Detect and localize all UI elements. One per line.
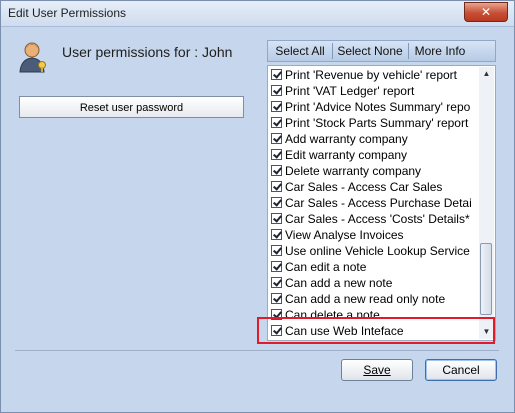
permission-label: Delete warranty company xyxy=(285,164,422,178)
permission-label: Can add a new note xyxy=(285,276,393,290)
permission-row[interactable]: Delete warranty company xyxy=(268,163,480,179)
permission-row[interactable]: View Analyse Invoices xyxy=(268,227,480,243)
permission-label: Print 'Stock Parts Summary' report xyxy=(285,116,469,130)
toolbar-separator xyxy=(408,43,409,59)
permission-checkbox[interactable] xyxy=(271,149,282,160)
permissions-list: Print 'Revenue by vehicle' report Print '… xyxy=(267,65,496,341)
permissions-toolbar: Select All Select None More Info xyxy=(267,40,496,62)
title-bar: Edit User Permissions ✕ xyxy=(1,1,514,27)
permission-row[interactable]: Car Sales - Access 'Costs' Details* xyxy=(268,211,480,227)
permission-row[interactable]: Print 'Stock Parts Summary' report xyxy=(268,115,480,131)
permission-checkbox[interactable] xyxy=(271,213,282,224)
cancel-button[interactable]: Cancel xyxy=(425,359,497,381)
permission-row[interactable]: Print 'Revenue by vehicle' report xyxy=(268,67,480,83)
select-none-button[interactable]: Select None xyxy=(334,41,406,61)
permission-checkbox[interactable] xyxy=(271,181,282,192)
vertical-scrollbar[interactable]: ▲ ▼ xyxy=(479,67,494,339)
permission-row[interactable]: Print 'Advice Notes Summary' repo xyxy=(268,99,480,115)
permission-label: Can add a new read only note xyxy=(285,292,446,306)
permission-row[interactable]: Can edit a note xyxy=(268,259,480,275)
permission-checkbox[interactable] xyxy=(271,197,282,208)
permission-row[interactable]: Add warranty company xyxy=(268,131,480,147)
user-key-icon xyxy=(19,42,46,73)
window-title: Edit User Permissions xyxy=(8,6,127,20)
save-button[interactable]: Save xyxy=(341,359,413,381)
permission-label: View Analyse Invoices xyxy=(285,228,404,242)
permission-row[interactable]: Edit warranty company xyxy=(268,147,480,163)
permission-row[interactable]: Can add a new note xyxy=(268,275,480,291)
select-all-button[interactable]: Select All xyxy=(270,41,330,61)
permission-checkbox[interactable] xyxy=(271,133,282,144)
permission-label: Add warranty company xyxy=(285,132,408,146)
permission-checkbox[interactable] xyxy=(271,245,282,256)
permission-label: Car Sales - Access 'Costs' Details* xyxy=(285,212,470,226)
permission-checkbox[interactable] xyxy=(271,85,282,96)
user-permissions-label: User permissions for : John xyxy=(62,44,233,60)
permission-checkbox[interactable] xyxy=(271,277,282,288)
permission-label: Car Sales - Access Car Sales xyxy=(285,180,443,194)
edit-user-permissions-dialog: Edit User Permissions ✕ User permissions… xyxy=(0,0,515,413)
permission-checkbox[interactable] xyxy=(271,165,282,176)
permissions-list-items: Print 'Revenue by vehicle' report Print '… xyxy=(268,67,480,339)
permission-label: Print 'Revenue by vehicle' report xyxy=(285,68,458,82)
divider xyxy=(15,350,499,351)
toolbar-separator xyxy=(332,43,333,59)
scroll-thumb[interactable] xyxy=(480,243,492,315)
permission-row[interactable]: Use online Vehicle Lookup Service xyxy=(268,243,480,259)
permission-row[interactable]: Print 'VAT Ledger' report xyxy=(268,83,480,99)
permission-row[interactable]: Car Sales - Access Car Sales xyxy=(268,179,480,195)
scroll-up-icon[interactable]: ▲ xyxy=(479,67,494,81)
permission-checkbox[interactable] xyxy=(271,293,282,304)
permission-checkbox[interactable] xyxy=(271,261,282,272)
permission-label: Print 'VAT Ledger' report xyxy=(285,84,415,98)
permission-checkbox[interactable] xyxy=(271,69,282,80)
permission-row[interactable]: Car Sales - Access Purchase Detai xyxy=(268,195,480,211)
reset-password-button[interactable]: Reset user password xyxy=(19,96,244,118)
close-button[interactable]: ✕ xyxy=(464,2,508,22)
cancel-button-label: Cancel xyxy=(442,363,480,377)
permission-label: Can edit a note xyxy=(285,260,367,274)
permission-label: Car Sales - Access Purchase Detai xyxy=(285,196,472,210)
permission-checkbox[interactable] xyxy=(271,101,282,112)
permission-label: Print 'Advice Notes Summary' repo xyxy=(285,100,471,114)
highlight-box xyxy=(257,317,495,344)
permission-checkbox[interactable] xyxy=(271,117,282,128)
permission-label: Edit warranty company xyxy=(285,148,408,162)
permission-label: Use online Vehicle Lookup Service xyxy=(285,244,470,258)
save-button-label: Save xyxy=(363,363,391,377)
permission-row[interactable]: Can add a new read only note xyxy=(268,291,480,307)
more-info-button[interactable]: More Info xyxy=(410,41,470,61)
permission-checkbox[interactable] xyxy=(271,229,282,240)
